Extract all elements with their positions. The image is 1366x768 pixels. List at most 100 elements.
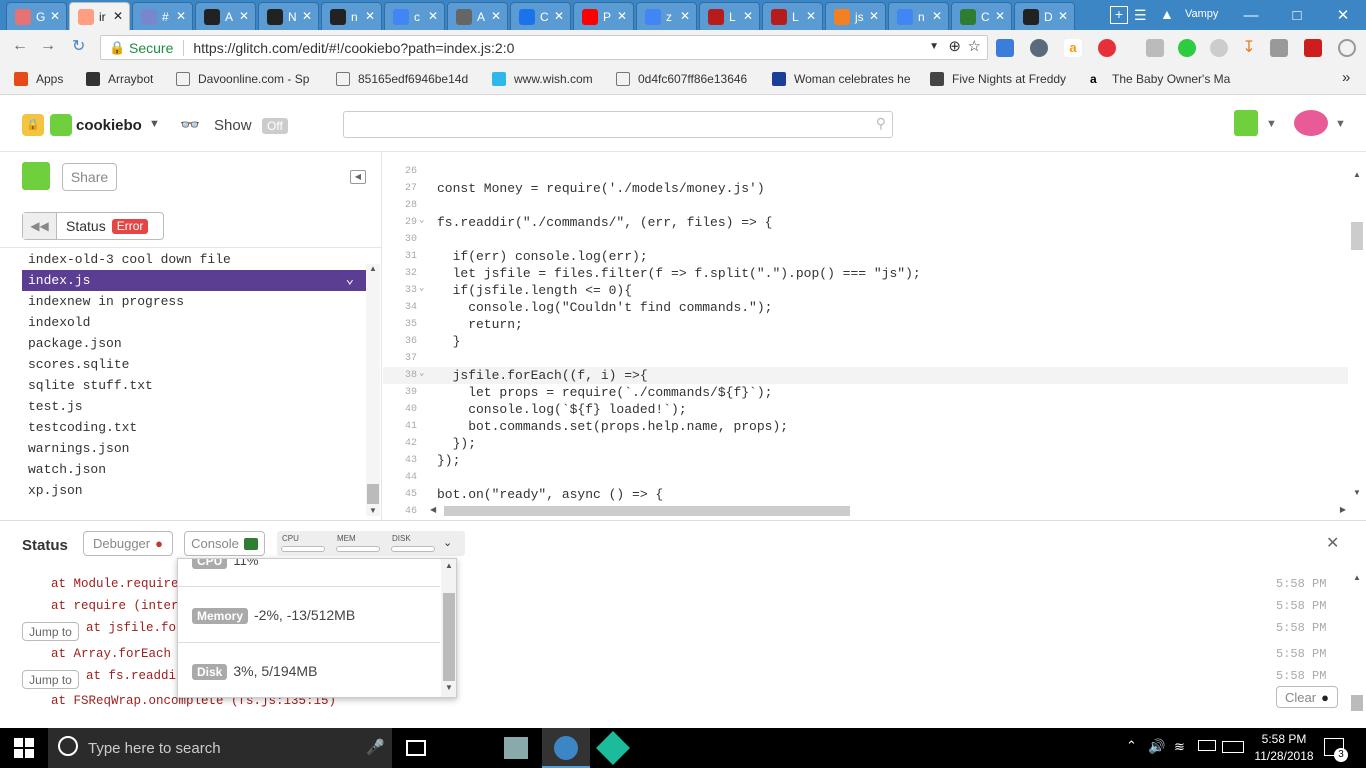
url-bar[interactable]: 🔒 Secure https://glitch.com/edit/#!/cook… — [100, 35, 988, 60]
code-line[interactable]: 27 const Money = require('./models/money.… — [383, 180, 1348, 197]
taskbar-search-box[interactable]: Type here to search 🎤 — [48, 728, 392, 768]
browser-tab[interactable]: G ✕ — [6, 2, 67, 30]
bookmarks-overflow[interactable]: » — [1342, 69, 1350, 86]
tab-close-icon[interactable]: ✕ — [995, 9, 1005, 23]
search-input[interactable]: ⚲ — [343, 111, 893, 138]
code-line[interactable]: 26 — [383, 163, 1348, 180]
browser-tab[interactable]: C ✕ — [510, 2, 571, 30]
code-line[interactable]: 40 console.log(`${f} loaded!`); — [383, 401, 1348, 418]
file-item[interactable]: index.js ⌄ — [22, 270, 366, 291]
windows-start-icon[interactable] — [14, 738, 34, 758]
tab-close-icon[interactable]: ✕ — [932, 9, 942, 23]
browser-tab[interactable]: ir ✕ — [69, 2, 130, 30]
bookmark-arraybot[interactable]: Arraybot — [86, 72, 153, 86]
chevron-up-icon[interactable]: ⌃ — [1126, 738, 1137, 754]
tab-close-icon[interactable]: ✕ — [743, 9, 753, 23]
bookmark-fnaf[interactable]: Five Nights at Freddy — [930, 72, 1066, 86]
back-arrow-icon[interactable]: ← — [12, 37, 28, 55]
file-item[interactable]: package.json — [22, 333, 366, 354]
scroll-up-icon[interactable]: ▲ — [1353, 170, 1361, 179]
menu-icon[interactable]: ☰ — [1134, 7, 1147, 24]
rewind-icon[interactable]: ◀◀ — [23, 213, 57, 239]
minimize-button[interactable]: — — [1228, 0, 1274, 30]
fold-chevron-icon[interactable]: ⌄ — [419, 212, 424, 229]
code-editor[interactable]: 26 27 const Money = require('./models/mone… — [383, 152, 1366, 520]
file-item[interactable]: testcoding.txt — [22, 417, 366, 438]
browser-tab[interactable]: # ✕ — [132, 2, 193, 30]
forward-arrow-icon[interactable]: → — [40, 37, 56, 55]
tab-close-icon[interactable]: ✕ — [50, 9, 60, 23]
file-item[interactable]: watch.json — [22, 459, 366, 480]
file-item[interactable]: sqlite stuff.txt — [22, 375, 366, 396]
browser-tab[interactable]: z ✕ — [636, 2, 697, 30]
file-item[interactable]: xp.json — [22, 480, 366, 501]
browser-tab[interactable]: C ✕ — [951, 2, 1012, 30]
code-line[interactable]: 39 let props = require(`./commands/${f}`… — [383, 384, 1348, 401]
debugger-button[interactable]: Debugger ● — [83, 531, 173, 556]
m-extension-icon[interactable] — [1210, 39, 1228, 57]
tab-close-icon[interactable]: ✕ — [239, 9, 249, 23]
app-diamond-icon[interactable] — [596, 731, 630, 765]
code-line[interactable]: 34 console.log("Couldn't find commands."… — [383, 299, 1348, 316]
browser-tab[interactable]: A ✕ — [195, 2, 256, 30]
bookmark-woman[interactable]: Woman celebrates he — [772, 72, 911, 86]
extension-icon[interactable] — [1146, 39, 1164, 57]
show-label[interactable]: Show — [214, 117, 252, 134]
scroll-thumb[interactable] — [367, 484, 379, 504]
circle-extension-icon[interactable] — [1338, 39, 1356, 57]
browser-tab[interactable]: A ✕ — [447, 2, 508, 30]
amazon-icon[interactable]: a — [1064, 39, 1082, 57]
console-button[interactable]: Console — [184, 531, 265, 556]
scroll-left-icon[interactable]: ◀ — [430, 505, 436, 514]
tab-close-icon[interactable]: ✕ — [869, 9, 879, 23]
tab-close-icon[interactable]: ✕ — [491, 9, 501, 23]
browser-tab[interactable]: L ✕ — [762, 2, 823, 30]
browser-tab[interactable]: L ✕ — [699, 2, 760, 30]
new-tab-button[interactable]: + — [1110, 6, 1128, 24]
file-item[interactable]: warnings.json — [22, 438, 366, 459]
code-line[interactable]: 45 bot.on("ready", async () => { — [383, 486, 1348, 503]
file-item[interactable]: scores.sqlite — [22, 354, 366, 375]
database-icon[interactable] — [1270, 39, 1288, 57]
code-line[interactable]: 37 — [383, 350, 1348, 367]
browser-tab[interactable]: n ✕ — [888, 2, 949, 30]
file-options-chevron-icon[interactable]: ⌄ — [346, 270, 354, 291]
scroll-up-icon[interactable]: ▲ — [369, 264, 377, 273]
flash-icon[interactable] — [1304, 39, 1322, 57]
browser-tab[interactable]: N ✕ — [258, 2, 319, 30]
scroll-thumb[interactable] — [1351, 222, 1363, 250]
new-file-icon[interactable] — [22, 162, 50, 190]
tab-close-icon[interactable]: ✕ — [680, 9, 690, 23]
code-line[interactable]: 28 — [383, 197, 1348, 214]
jump-to-button[interactable]: Jump to — [22, 622, 79, 641]
bookmark-star-icon[interactable]: ☆ — [968, 37, 981, 55]
project-name[interactable]: cookiebo — [76, 117, 142, 134]
keyboard-icon[interactable] — [1222, 741, 1244, 753]
code-line[interactable]: 30 — [383, 231, 1348, 248]
code-line[interactable]: 36 } — [383, 333, 1348, 350]
file-item[interactable]: indexnew in progress — [22, 291, 366, 312]
tab-close-icon[interactable]: ✕ — [554, 9, 564, 23]
chevron-down-icon[interactable]: ▼ — [149, 118, 160, 130]
code-line[interactable]: 32 let jsfile = files.filter(f => f.spli… — [383, 265, 1348, 282]
bookmark-baby[interactable]: a The Baby Owner's Ma — [1090, 72, 1230, 86]
status-toggle[interactable]: ◀◀ Status Error — [22, 212, 164, 240]
wifi-icon[interactable]: ≋ — [1174, 739, 1185, 755]
log-scrollbar[interactable]: ▲ — [1350, 573, 1364, 713]
browser-tab[interactable]: P ✕ — [573, 2, 634, 30]
close-panel-icon[interactable]: ✕ — [1326, 533, 1339, 553]
scroll-down-icon[interactable]: ▼ — [369, 506, 377, 515]
file-item[interactable]: indexold — [22, 312, 366, 333]
clock-date[interactable]: 11/28/2018 — [1246, 749, 1322, 763]
scroll-up-icon[interactable]: ▲ — [445, 561, 453, 570]
editor-horizontal-scrollbar[interactable]: ◀ ▶ — [428, 504, 1348, 518]
scroll-thumb[interactable] — [443, 593, 455, 681]
tab-close-icon[interactable]: ✕ — [617, 9, 627, 23]
code-line[interactable]: 29 ⌄ fs.readdir("./commands/", (err, files… — [383, 214, 1348, 231]
bookmark-hash2[interactable]: 0d4fc607ff86e13646 — [616, 72, 747, 86]
dropdown-scrollbar[interactable]: ▲ ▼ — [441, 559, 456, 697]
tab-close-icon[interactable]: ✕ — [113, 9, 123, 23]
chrome-taskbar-button[interactable] — [542, 728, 590, 768]
tab-close-icon[interactable]: ✕ — [428, 9, 438, 23]
scroll-right-icon[interactable]: ▶ — [1340, 505, 1346, 514]
